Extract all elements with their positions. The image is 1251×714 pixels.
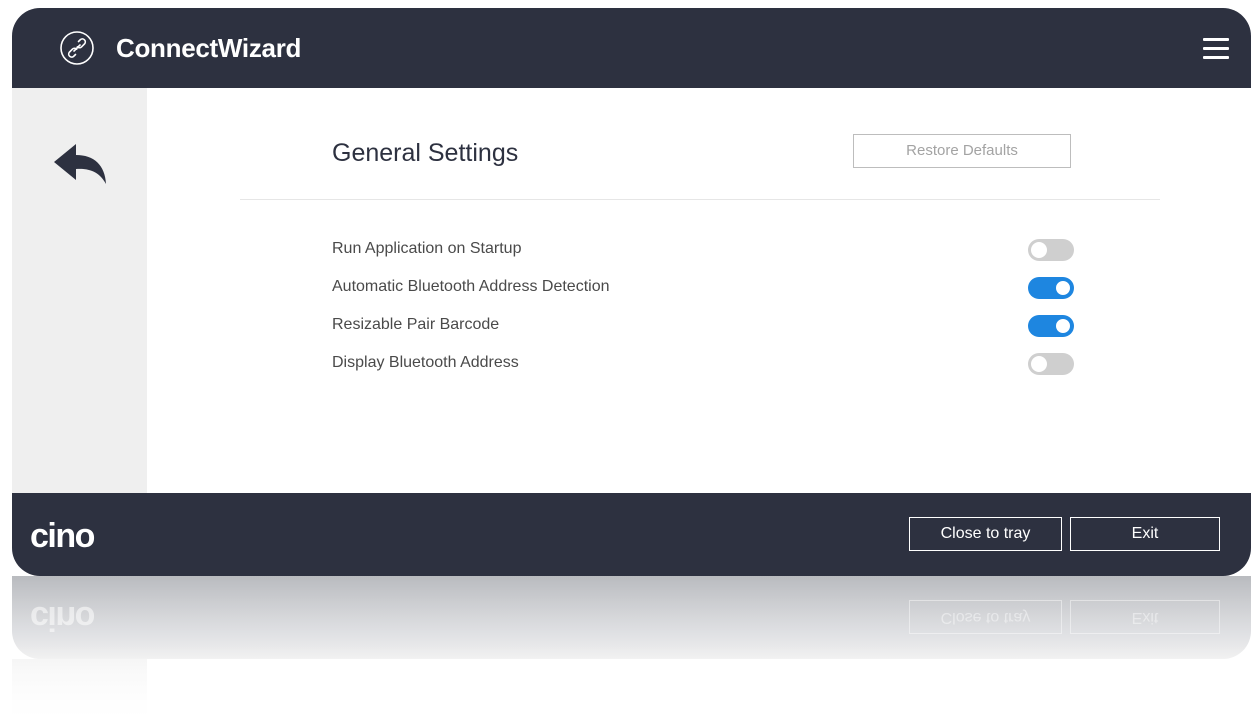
toggle-knob [1030, 355, 1048, 373]
general-settings-panel: General Settings Restore Defaults Run Ap… [147, 88, 1251, 493]
window-reflection: cino Close to tray Exit [12, 576, 1251, 714]
resizable-barcode-toggle[interactable] [1028, 315, 1074, 337]
toggle-knob [1054, 317, 1072, 335]
screen: ConnectWizard General Settings Restore D… [0, 0, 1251, 714]
hamburger-menu-icon[interactable] [1203, 38, 1229, 60]
footer-bar: cino Close to tray Exit [12, 493, 1251, 576]
app-title: ConnectWizard [116, 33, 302, 63]
run-on-startup-toggle[interactable] [1028, 239, 1074, 261]
restore-defaults-button[interactable]: Restore Defaults [853, 134, 1071, 168]
setting-row-auto-bt-detection: Automatic Bluetooth Address Detection [332, 272, 1074, 302]
title-bar: ConnectWizard [12, 8, 1251, 88]
reflection-fade [12, 576, 1251, 714]
setting-row-resizable-barcode: Resizable Pair Barcode [332, 310, 1074, 340]
app-window: ConnectWizard General Settings Restore D… [12, 8, 1251, 576]
sidebar [12, 88, 147, 493]
close-to-tray-button[interactable]: Close to tray [909, 517, 1062, 551]
page-title: General Settings [332, 139, 519, 167]
link-circle-icon [60, 31, 94, 65]
reply-arrow-icon[interactable] [50, 140, 110, 190]
setting-row-run-on-startup: Run Application on Startup [332, 234, 1074, 264]
exit-button[interactable]: Exit [1070, 517, 1220, 551]
setting-label: Run Application on Startup [332, 240, 522, 257]
toggle-knob [1030, 241, 1048, 259]
setting-row-display-bt-address: Display Bluetooth Address [332, 348, 1074, 378]
toggle-knob [1054, 279, 1072, 297]
display-bt-address-toggle[interactable] [1028, 353, 1074, 375]
auto-bt-detection-toggle[interactable] [1028, 277, 1074, 299]
setting-label: Display Bluetooth Address [332, 354, 519, 371]
divider [240, 199, 1160, 200]
setting-label: Automatic Bluetooth Address Detection [332, 278, 610, 295]
setting-label: Resizable Pair Barcode [332, 316, 500, 333]
cino-logo: cino [30, 517, 95, 555]
